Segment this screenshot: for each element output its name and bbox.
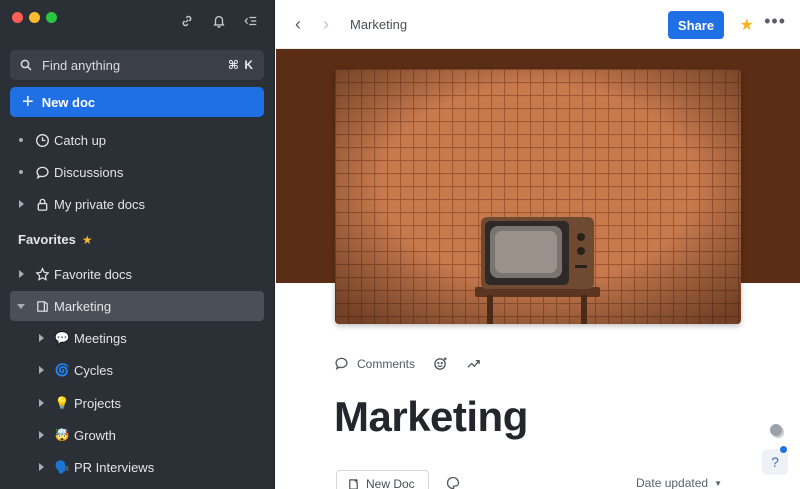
new-doc-label: New doc (41, 94, 96, 110)
star-outline-icon (32, 266, 52, 282)
plus-icon: + (22, 91, 34, 113)
expand-arrow-icon[interactable] (38, 431, 44, 439)
sidebar-item-growth[interactable]: 🤯 Growth (30, 420, 264, 450)
expand-arrow-icon[interactable] (18, 270, 24, 278)
search-shortcut: ⌘ K (227, 58, 254, 72)
page-title[interactable]: Marketing (334, 393, 528, 441)
sidebar-item-label: Cycles (74, 362, 114, 378)
bullet-icon (19, 138, 23, 142)
exploding-head-emoji-icon: 🤯 (54, 428, 70, 442)
presence-avatars-icon[interactable] (770, 424, 782, 436)
speech-balloon-emoji-icon: 💬 (54, 331, 70, 345)
new-doc-inline-button[interactable]: New Doc (336, 470, 429, 489)
bell-icon[interactable] (212, 14, 226, 28)
sort-label: Date updated (636, 476, 709, 489)
search-input[interactable]: Find anything ⌘ K (10, 50, 264, 80)
cyclone-emoji-icon: 🌀 (54, 363, 70, 377)
zoom-window-button[interactable] (46, 12, 57, 23)
new-doc-button[interactable]: + New doc (10, 87, 264, 117)
collapse-sidebar-icon[interactable] (244, 14, 258, 28)
sidebar-item-label: Favorite docs (54, 266, 133, 282)
add-reaction-icon[interactable] (433, 356, 448, 371)
speech-bubble-icon (32, 165, 52, 180)
favorites-heading-label: Favorites (18, 232, 76, 247)
search-icon (20, 59, 32, 71)
speaking-head-emoji-icon: 🗣️ (54, 460, 70, 474)
close-window-button[interactable] (12, 12, 23, 23)
new-doc-inline-label: New Doc (366, 477, 415, 489)
favorites-heading: Favorites ★ (18, 232, 93, 247)
share-button[interactable]: Share (668, 11, 724, 39)
link-icon[interactable] (180, 14, 194, 28)
sidebar-item-label: Projects (74, 395, 121, 411)
sidebar-item-label: Catch up (54, 132, 107, 148)
expand-arrow-icon[interactable] (18, 200, 24, 208)
comment-icon (335, 357, 348, 370)
top-bar: ‹ › Marketing Share ★ ••• (276, 0, 800, 49)
minimize-window-button[interactable] (29, 12, 40, 23)
search-placeholder: Find anything (42, 57, 121, 73)
collapse-arrow-icon[interactable] (17, 303, 25, 309)
comments-label: Comments (357, 356, 416, 371)
sidebar-item-label: Meetings (74, 330, 127, 346)
sidebar-item-cycles[interactable]: 🌀 Cycles (30, 355, 264, 385)
notification-dot-icon (780, 446, 787, 453)
star-icon: ★ (81, 232, 93, 247)
sidebar-item-label: Marketing (54, 298, 112, 314)
doc-actions-bar: Comments (334, 356, 481, 371)
favorite-star-icon[interactable]: ★ (740, 15, 754, 35)
sidebar-item-projects[interactable]: 💡 Projects (30, 388, 264, 418)
more-options-icon[interactable]: ••• (764, 11, 786, 32)
forward-arrow-icon[interactable]: › (316, 14, 336, 35)
doc-list-toolbar: New Doc Date updated ▼ (336, 470, 796, 489)
sidebar-item-label: Growth (74, 427, 116, 443)
lock-icon (32, 197, 52, 212)
chevron-down-icon: ▼ (714, 478, 722, 488)
sidebar-item-catch-up[interactable]: Catch up (10, 125, 264, 155)
sidebar-item-label: PR Interviews (74, 459, 155, 475)
sidebar-toolbar (180, 14, 258, 28)
retro-tv-illustration (335, 69, 741, 324)
light-bulb-emoji-icon: 💡 (54, 396, 70, 410)
sidebar-item-label: My private docs (54, 196, 146, 212)
palette-icon[interactable] (446, 476, 460, 489)
doc-book-icon (32, 299, 52, 314)
main-content: ‹ › Marketing Share ★ ••• Comments Marke… (276, 0, 800, 489)
expand-arrow-icon[interactable] (38, 366, 44, 374)
breadcrumb[interactable]: Marketing (350, 17, 407, 32)
cover-image[interactable] (335, 69, 741, 324)
window-controls (12, 12, 57, 23)
clock-icon (32, 133, 52, 148)
sidebar-item-marketing[interactable]: Marketing (10, 291, 264, 321)
comments-button[interactable]: Comments (334, 356, 415, 371)
expand-arrow-icon[interactable] (38, 334, 44, 342)
sidebar-item-discussions[interactable]: Discussions (10, 157, 264, 187)
sidebar-item-meetings[interactable]: 💬 Meetings (30, 323, 264, 353)
analytics-trend-icon[interactable] (466, 356, 481, 371)
sort-dropdown[interactable]: Date updated ▼ (636, 476, 722, 489)
sidebar-item-pr-interviews[interactable]: 🗣️ PR Interviews (30, 452, 264, 482)
sidebar-item-favorite-docs[interactable]: Favorite docs (10, 259, 264, 289)
bullet-icon (19, 170, 23, 174)
sidebar-item-my-private-docs[interactable]: My private docs (10, 189, 264, 219)
new-doc-icon (349, 478, 358, 489)
sidebar-item-label: Discussions (54, 164, 124, 180)
expand-arrow-icon[interactable] (38, 399, 44, 407)
expand-arrow-icon[interactable] (38, 463, 44, 471)
sidebar: Find anything ⌘ K + New doc Catch up Dis… (0, 0, 275, 489)
back-arrow-icon[interactable]: ‹ (288, 14, 308, 35)
